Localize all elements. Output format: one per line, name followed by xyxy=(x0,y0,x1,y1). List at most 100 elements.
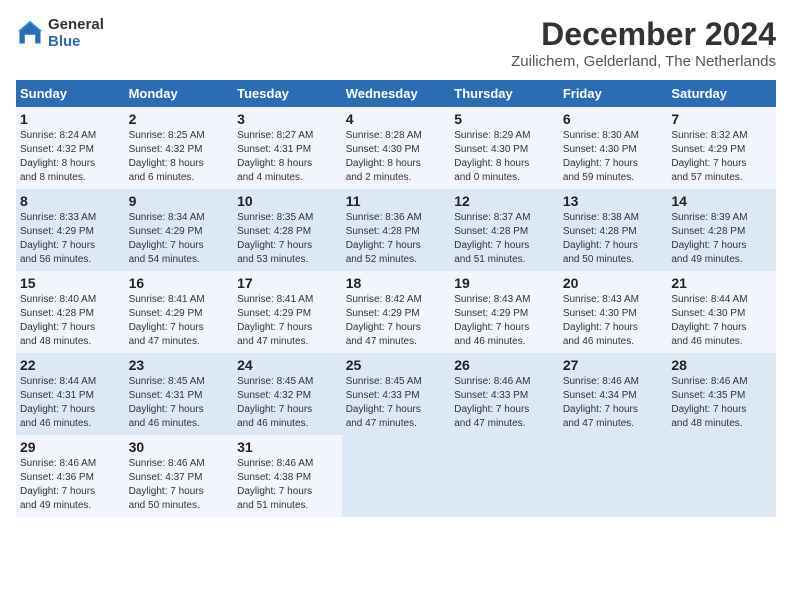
calendar-cell: 28 Sunrise: 8:46 AMSunset: 4:35 PMDayligh… xyxy=(667,353,776,435)
calendar-cell: 16 Sunrise: 8:41 AMSunset: 4:29 PMDayligh… xyxy=(125,271,234,353)
day-info: Sunrise: 8:45 AMSunset: 4:32 PMDaylight:… xyxy=(237,375,338,431)
day-info: Sunrise: 8:35 AMSunset: 4:28 PMDaylight:… xyxy=(237,211,338,267)
calendar-cell: 18 Sunrise: 8:42 AMSunset: 4:29 PMDayligh… xyxy=(342,271,451,353)
calendar-cell: 30 Sunrise: 8:46 AMSunset: 4:37 PMDayligh… xyxy=(125,435,234,517)
day-number: 26 xyxy=(454,357,555,373)
page-subtitle: Zuilichem, Gelderland, The Netherlands xyxy=(511,53,776,70)
day-number: 14 xyxy=(671,193,772,209)
day-number: 21 xyxy=(671,275,772,291)
day-info: Sunrise: 8:44 AMSunset: 4:31 PMDaylight:… xyxy=(20,375,121,431)
day-info: Sunrise: 8:29 AMSunset: 4:30 PMDaylight:… xyxy=(454,129,555,185)
day-info: Sunrise: 8:45 AMSunset: 4:33 PMDaylight:… xyxy=(346,375,447,431)
day-number: 31 xyxy=(237,439,338,455)
day-info: Sunrise: 8:38 AMSunset: 4:28 PMDaylight:… xyxy=(563,211,664,267)
day-number: 13 xyxy=(563,193,664,209)
day-number: 18 xyxy=(346,275,447,291)
day-info: Sunrise: 8:36 AMSunset: 4:28 PMDaylight:… xyxy=(346,211,447,267)
calendar-cell: 15Sunrise: 8:40 AMSunset: 4:28 PMDayligh… xyxy=(16,271,125,353)
calendar-cell: 31 Sunrise: 8:46 AMSunset: 4:38 PMDayligh… xyxy=(233,435,342,517)
day-number: 5 xyxy=(454,111,555,127)
calendar-cell: 12 Sunrise: 8:37 AMSunset: 4:28 PMDayligh… xyxy=(450,189,559,271)
day-info: Sunrise: 8:33 AMSunset: 4:29 PMDaylight:… xyxy=(20,211,121,267)
calendar-cell: 24Sunrise: 8:45 AMSunset: 4:32 PMDayligh… xyxy=(233,353,342,435)
logo-icon xyxy=(16,19,44,47)
calendar-header-row: SundayMondayTuesdayWednesdayThursdayFrid… xyxy=(16,80,776,107)
col-header-saturday: Saturday xyxy=(667,80,776,107)
day-info: Sunrise: 8:37 AMSunset: 4:28 PMDaylight:… xyxy=(454,211,555,267)
day-number: 1 xyxy=(20,111,121,127)
day-info: Sunrise: 8:43 AMSunset: 4:29 PMDaylight:… xyxy=(454,293,555,349)
calendar-cell: 22Sunrise: 8:44 AMSunset: 4:31 PMDayligh… xyxy=(16,353,125,435)
calendar-week-row: 22Sunrise: 8:44 AMSunset: 4:31 PMDayligh… xyxy=(16,353,776,435)
day-info: Sunrise: 8:46 AMSunset: 4:36 PMDaylight:… xyxy=(20,457,121,513)
calendar-cell: 10 Sunrise: 8:35 AMSunset: 4:28 PMDayligh… xyxy=(233,189,342,271)
day-number: 23 xyxy=(129,357,230,373)
col-header-friday: Friday xyxy=(559,80,668,107)
day-number: 16 xyxy=(129,275,230,291)
calendar-cell: 9 Sunrise: 8:34 AMSunset: 4:29 PMDaylight… xyxy=(125,189,234,271)
day-info: Sunrise: 8:28 AMSunset: 4:30 PMDaylight:… xyxy=(346,129,447,185)
day-number: 10 xyxy=(237,193,338,209)
calendar-cell xyxy=(559,435,668,517)
calendar-cell: 19 Sunrise: 8:43 AMSunset: 4:29 PMDayligh… xyxy=(450,271,559,353)
day-info: Sunrise: 8:39 AMSunset: 4:28 PMDaylight:… xyxy=(671,211,772,267)
day-info: Sunrise: 8:41 AMSunset: 4:29 PMDaylight:… xyxy=(129,293,230,349)
day-info: Sunrise: 8:25 AMSunset: 4:32 PMDaylight:… xyxy=(129,129,230,185)
calendar-cell xyxy=(667,435,776,517)
day-number: 27 xyxy=(563,357,664,373)
calendar-cell: 26 Sunrise: 8:46 AMSunset: 4:33 PMDayligh… xyxy=(450,353,559,435)
calendar-week-row: 29 Sunrise: 8:46 AMSunset: 4:36 PMDayligh… xyxy=(16,435,776,517)
day-number: 25 xyxy=(346,357,447,373)
day-info: Sunrise: 8:46 AMSunset: 4:38 PMDaylight:… xyxy=(237,457,338,513)
calendar-cell: 7Sunrise: 8:32 AMSunset: 4:29 PMDaylight… xyxy=(667,107,776,189)
day-info: Sunrise: 8:42 AMSunset: 4:29 PMDaylight:… xyxy=(346,293,447,349)
day-info: Sunrise: 8:46 AMSunset: 4:37 PMDaylight:… xyxy=(129,457,230,513)
day-number: 30 xyxy=(129,439,230,455)
day-info: Sunrise: 8:41 AMSunset: 4:29 PMDaylight:… xyxy=(237,293,338,349)
day-info: Sunrise: 8:30 AMSunset: 4:30 PMDaylight:… xyxy=(563,129,664,185)
calendar-cell: 8 Sunrise: 8:33 AMSunset: 4:29 PMDaylight… xyxy=(16,189,125,271)
calendar-cell: 5 Sunrise: 8:29 AMSunset: 4:30 PMDaylight… xyxy=(450,107,559,189)
day-info: Sunrise: 8:27 AMSunset: 4:31 PMDaylight:… xyxy=(237,129,338,185)
day-info: Sunrise: 8:46 AMSunset: 4:33 PMDaylight:… xyxy=(454,375,555,431)
day-number: 8 xyxy=(20,193,121,209)
calendar-cell: 23Sunrise: 8:45 AMSunset: 4:31 PMDayligh… xyxy=(125,353,234,435)
header: General Blue December 2024 Zuilichem, Ge… xyxy=(16,16,776,70)
day-number: 12 xyxy=(454,193,555,209)
col-header-tuesday: Tuesday xyxy=(233,80,342,107)
calendar-cell: 2 Sunrise: 8:25 AMSunset: 4:32 PMDaylight… xyxy=(125,107,234,189)
day-info: Sunrise: 8:32 AMSunset: 4:29 PMDaylight:… xyxy=(671,129,772,185)
day-number: 4 xyxy=(346,111,447,127)
calendar-cell: 20Sunrise: 8:43 AMSunset: 4:30 PMDayligh… xyxy=(559,271,668,353)
day-info: Sunrise: 8:24 AMSunset: 4:32 PMDaylight:… xyxy=(20,129,121,185)
calendar-cell: 14 Sunrise: 8:39 AMSunset: 4:28 PMDayligh… xyxy=(667,189,776,271)
calendar-cell: 11 Sunrise: 8:36 AMSunset: 4:28 PMDayligh… xyxy=(342,189,451,271)
day-number: 19 xyxy=(454,275,555,291)
col-header-thursday: Thursday xyxy=(450,80,559,107)
calendar-cell: 6 Sunrise: 8:30 AMSunset: 4:30 PMDaylight… xyxy=(559,107,668,189)
day-info: Sunrise: 8:34 AMSunset: 4:29 PMDaylight:… xyxy=(129,211,230,267)
day-info: Sunrise: 8:40 AMSunset: 4:28 PMDaylight:… xyxy=(20,293,121,349)
calendar-cell xyxy=(450,435,559,517)
day-number: 11 xyxy=(346,193,447,209)
logo-text: General Blue xyxy=(48,16,104,50)
day-number: 17 xyxy=(237,275,338,291)
calendar-cell: 21Sunrise: 8:44 AMSunset: 4:30 PMDayligh… xyxy=(667,271,776,353)
day-number: 6 xyxy=(563,111,664,127)
logo: General Blue xyxy=(16,16,104,50)
day-number: 9 xyxy=(129,193,230,209)
calendar-cell xyxy=(342,435,451,517)
day-number: 29 xyxy=(20,439,121,455)
title-area: December 2024 Zuilichem, Gelderland, The… xyxy=(511,16,776,70)
calendar-week-row: 8 Sunrise: 8:33 AMSunset: 4:29 PMDaylight… xyxy=(16,189,776,271)
calendar-cell: 17 Sunrise: 8:41 AMSunset: 4:29 PMDayligh… xyxy=(233,271,342,353)
day-number: 2 xyxy=(129,111,230,127)
day-number: 28 xyxy=(671,357,772,373)
day-info: Sunrise: 8:46 AMSunset: 4:34 PMDaylight:… xyxy=(563,375,664,431)
col-header-sunday: Sunday xyxy=(16,80,125,107)
calendar-cell: 13 Sunrise: 8:38 AMSunset: 4:28 PMDayligh… xyxy=(559,189,668,271)
calendar-table: SundayMondayTuesdayWednesdayThursdayFrid… xyxy=(16,80,776,517)
day-info: Sunrise: 8:46 AMSunset: 4:35 PMDaylight:… xyxy=(671,375,772,431)
day-number: 20 xyxy=(563,275,664,291)
calendar-week-row: 1 Sunrise: 8:24 AMSunset: 4:32 PMDaylight… xyxy=(16,107,776,189)
